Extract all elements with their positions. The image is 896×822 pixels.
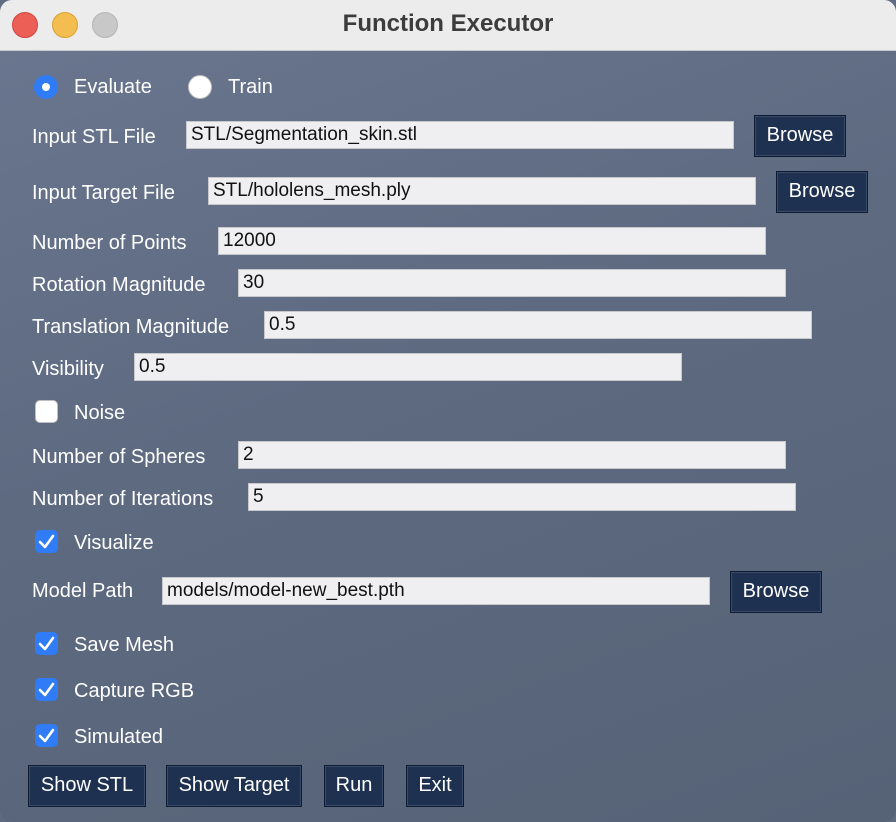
model-path-label: Model Path (32, 580, 134, 602)
browse-stl-button[interactable]: Browse (754, 115, 846, 157)
visualize-checkbox[interactable] (35, 530, 58, 553)
title-bar: Function Executor (0, 0, 896, 51)
num-spheres-label: Number of Spheres (32, 446, 206, 468)
show-target-button[interactable]: Show Target (166, 765, 302, 807)
translation-magnitude-field[interactable] (264, 311, 812, 339)
input-target-field[interactable] (208, 177, 756, 205)
checkmark-icon (38, 728, 55, 743)
browse-model-button[interactable]: Browse (730, 571, 822, 613)
noise-checkbox[interactable] (35, 400, 58, 423)
num-spheres-field[interactable] (238, 441, 786, 469)
checkmark-icon (38, 636, 55, 651)
evaluate-radio[interactable] (34, 75, 58, 99)
window-title: Function Executor (342, 10, 554, 37)
capture-rgb-checkbox[interactable] (35, 678, 58, 701)
input-stl-label: Input STL File (32, 126, 156, 148)
train-radio[interactable] (188, 75, 212, 99)
browse-target-button[interactable]: Browse (776, 171, 868, 213)
simulated-label: Simulated (74, 726, 163, 748)
evaluate-label: Evaluate (74, 76, 152, 98)
show-stl-button[interactable]: Show STL (28, 765, 146, 807)
function-executor-window: Function Executor Evaluate Train Input S… (0, 0, 896, 822)
save-mesh-label: Save Mesh (74, 634, 175, 656)
rotation-magnitude-label: Rotation Magnitude (32, 274, 206, 296)
capture-rgb-label: Capture RGB (74, 680, 195, 702)
num-points-field[interactable] (218, 227, 766, 255)
num-points-label: Number of Points (32, 232, 187, 254)
num-iterations-field[interactable] (248, 483, 796, 511)
form-panel: Evaluate Train Input STL File Browse Inp… (0, 51, 896, 822)
visualize-label: Visualize (74, 532, 154, 554)
input-stl-field[interactable] (186, 121, 734, 149)
visibility-label: Visibility (32, 358, 104, 380)
noise-label: Noise (74, 402, 126, 424)
exit-button[interactable]: Exit (406, 765, 464, 807)
input-target-label: Input Target File (32, 182, 176, 204)
model-path-field[interactable] (162, 577, 710, 605)
num-iterations-label: Number of Iterations (32, 488, 214, 510)
checkmark-icon (38, 682, 55, 697)
checkmark-icon (38, 534, 55, 549)
rotation-magnitude-field[interactable] (238, 269, 786, 297)
translation-magnitude-label: Translation Magnitude (32, 316, 230, 338)
visibility-field[interactable] (134, 353, 682, 381)
train-label: Train (228, 76, 273, 98)
save-mesh-checkbox[interactable] (35, 632, 58, 655)
run-button[interactable]: Run (324, 765, 384, 807)
simulated-checkbox[interactable] (35, 724, 58, 747)
